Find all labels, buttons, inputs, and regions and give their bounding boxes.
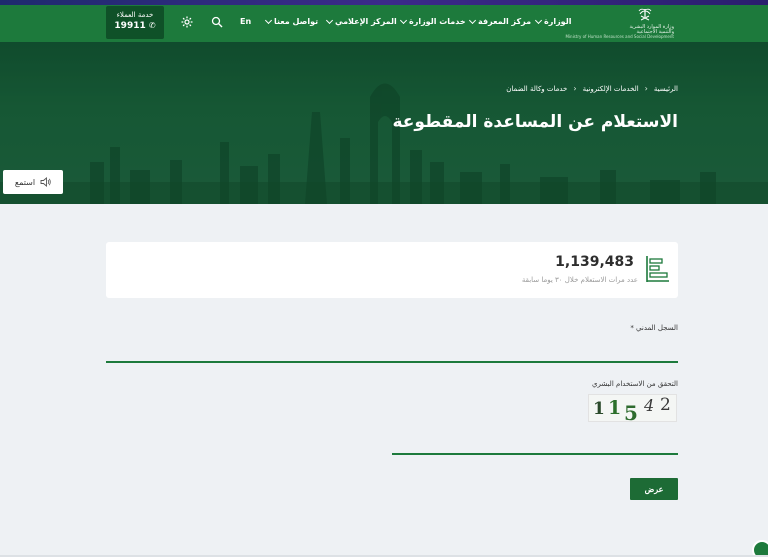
gear-icon [181, 16, 193, 28]
listen-label: استمع [14, 177, 36, 187]
nav-item-media-center[interactable]: المركز الإعلامي [325, 16, 397, 26]
chevron-down-icon [534, 16, 543, 24]
language-toggle[interactable]: En [240, 17, 251, 26]
customer-service-box[interactable]: خدمة العملاء 19911 ✆ [106, 6, 164, 39]
bar-chart-icon [646, 256, 669, 282]
nav-label: خدمات الوزارة [409, 17, 466, 26]
logo-line-3: Ministry of Human Resources and Social D… [565, 34, 674, 39]
chevron-left-icon: ‹ [644, 84, 648, 93]
customer-service-phone: 19911 ✆ [106, 21, 164, 31]
customer-service-number: 19911 [114, 21, 146, 31]
nav-item-knowledge-center[interactable]: مركز المعرفة [468, 16, 532, 26]
accessibility-settings-button[interactable] [179, 14, 195, 30]
nav-label: مركز المعرفة [478, 17, 532, 26]
inquiry-count-label: عدد مرات الاستعلام خلال ٣٠ يوما سابقة [521, 276, 638, 284]
captcha-char: 5 [624, 401, 638, 425]
inquiry-stats-card: 1,139,483 عدد مرات الاستعلام خلال ٣٠ يوم… [106, 242, 678, 298]
civil-record-input[interactable] [106, 340, 678, 360]
captcha-input[interactable] [392, 432, 678, 452]
nav-label: المركز الإعلامي [335, 17, 397, 26]
page-hero-banner: الرئيسية ‹ الخدمات الإلكترونية ‹ خدمات و… [0, 42, 768, 204]
breadcrumb: الرئيسية ‹ الخدمات الإلكترونية ‹ خدمات و… [506, 84, 678, 93]
nav-item-contact-us[interactable]: تواصل معنا [264, 16, 319, 26]
top-navigation-bar: وزارة الموارد البشرية والتنمية الاجتماعي… [0, 5, 768, 42]
nav-item-ministry-services[interactable]: خدمات الوزارة [399, 16, 466, 26]
chevron-down-icon [468, 16, 477, 24]
captcha-label: التحقق من الاستخدام البشري [591, 380, 678, 388]
phone-icon: ✆ [148, 21, 156, 30]
page-title: الاستعلام عن المساعدة المقطوعة [392, 112, 678, 132]
civil-record-label: السجل المدني * [630, 324, 678, 332]
inquiry-count: 1,139,483 [555, 254, 634, 270]
captcha-underline [392, 453, 678, 455]
chevron-down-icon [264, 16, 273, 24]
civil-record-underline [106, 361, 678, 363]
nav-item-ministry[interactable]: الوزارة [534, 16, 572, 26]
breadcrumb-home[interactable]: الرئيسية [654, 85, 678, 93]
search-icon [211, 16, 223, 28]
ministry-logo[interactable]: وزارة الموارد البشرية والتنمية الاجتماعي… [565, 7, 674, 41]
listen-button[interactable]: استمع [3, 170, 63, 194]
captcha-image: 1 1 5 4 2 [588, 394, 677, 425]
chevron-down-icon [399, 16, 408, 24]
speaker-icon [40, 177, 51, 187]
search-button[interactable] [209, 14, 225, 30]
palm-emblem-icon [638, 8, 652, 21]
captcha-char: 2 [660, 395, 671, 415]
nav-label: تواصل معنا [274, 17, 319, 26]
captcha-char: 1 [608, 397, 622, 419]
breadcrumb-current: خدمات وكالة الضمان [506, 84, 568, 93]
breadcrumb-e-services[interactable]: الخدمات الإلكترونية [583, 85, 639, 93]
customer-service-label: خدمة العملاء [116, 11, 154, 19]
chevron-left-icon: ‹ [573, 84, 577, 93]
chevron-down-icon [325, 16, 334, 24]
captcha-char: 1 [593, 399, 605, 419]
nav-label: الوزارة [544, 17, 572, 26]
captcha-char: 4 [644, 396, 655, 415]
submit-button[interactable]: عرض [630, 478, 678, 500]
